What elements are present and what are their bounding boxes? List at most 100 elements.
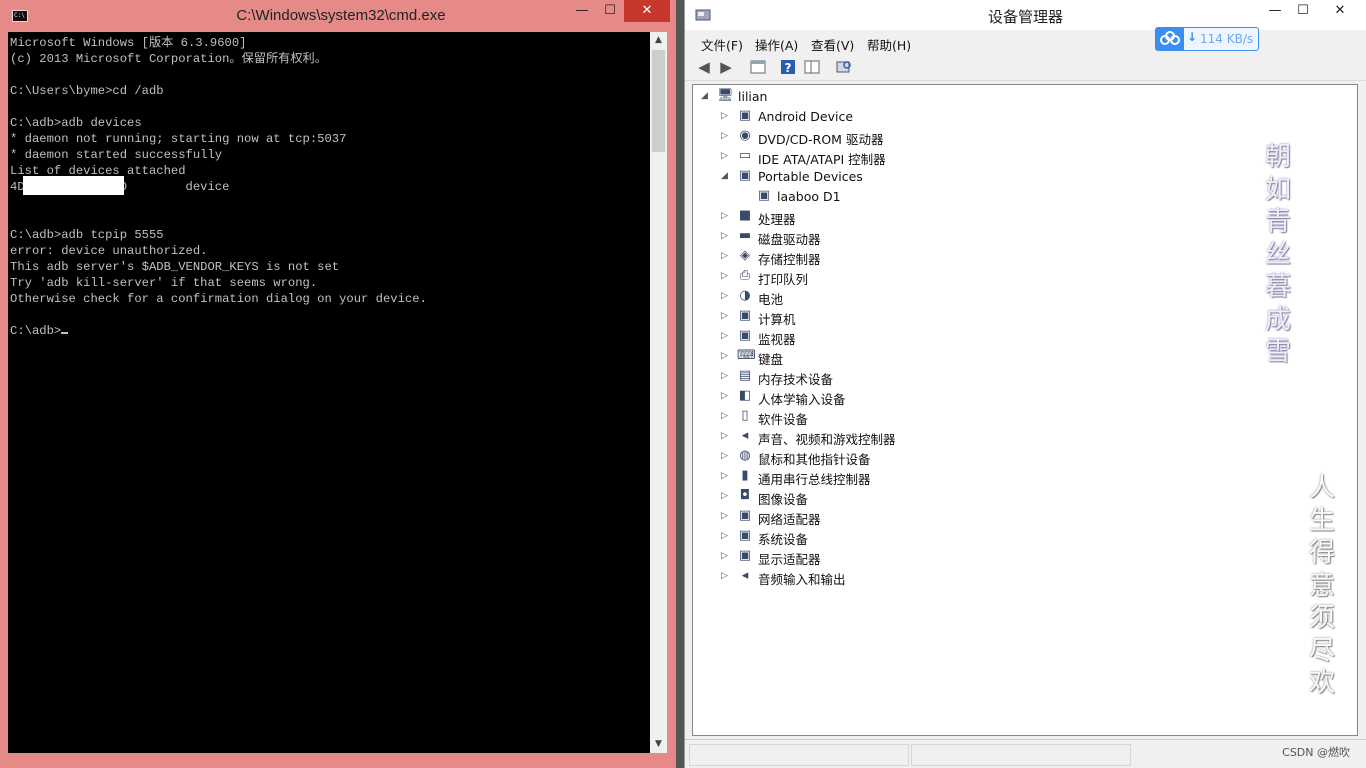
expand-triangle-icon[interactable]: ▷ [721,250,731,262]
computer-icon: ▣ [738,308,752,323]
processor-icon: ■ [738,208,752,223]
expand-triangle-icon[interactable]: ▷ [721,370,731,382]
toolbar: ◀ ▶ ? [685,54,1366,81]
software-device-icon: ▯ [741,408,749,423]
system-device-icon: ▣ [738,528,752,543]
menu-view[interactable]: 查看(V) [811,35,854,54]
expand-triangle-icon[interactable]: ▷ [721,410,731,422]
expand-triangle-icon[interactable]: ▷ [721,570,731,582]
storage-controller-icon: ◈ [740,248,750,263]
scan-hardware-icon[interactable] [835,58,853,76]
properties-icon[interactable] [749,58,767,76]
expand-triangle-icon[interactable]: ▷ [721,470,731,482]
tree-item-label: 计算机 [758,312,796,327]
dm-titlebar[interactable]: 设备管理器 — ☐ ✕ [685,0,1366,30]
maximize-button[interactable]: ☐ [596,0,624,22]
menu-action[interactable]: 操作(A) [755,35,798,54]
keyboard-icon: ⌨ [737,348,756,363]
display-adapter-icon: ▣ [738,548,752,563]
tree-item-label: 图像设备 [758,492,809,507]
poem-character: 生 [1308,505,1335,536]
device-tree[interactable]: ◢ 🖥 lilian ▷ ▣ Android Device ▷ ◉ DVD/CD-ROM … [692,84,1358,736]
tree-item-label: 监视器 [758,332,796,347]
portable-device-icon: ▣ [757,188,771,203]
maximize-button[interactable]: ☐ [1289,0,1317,22]
expand-triangle-icon[interactable]: ▷ [721,290,731,302]
expand-triangle-icon[interactable]: ▷ [721,130,731,142]
minimize-button[interactable]: — [568,0,596,22]
scroll-up-arrow-icon[interactable]: ▲ [650,32,667,49]
tree-item-label: 打印队列 [758,272,809,287]
poem-character: 如 [1264,174,1291,205]
tree-root-label: lilian [738,89,768,104]
console-line: C:\Users\byme>cd /adb [10,84,164,98]
desktop-background-strip [676,0,684,768]
expand-triangle-icon[interactable]: ▷ [721,550,731,562]
network-speed-widget[interactable]: ↓ 114 KB/s [1155,27,1259,51]
tree-item-label: 声音、视频和游戏控制器 [758,432,896,447]
console-line: C:\adb>adb tcpip 5555 [10,228,164,242]
printer-icon: ⎙ [739,268,751,283]
console-line: * daemon not running; starting now at tc… [10,132,347,146]
expand-triangle-icon[interactable]: ▷ [721,110,731,122]
poem-character: 须 [1308,603,1335,633]
expand-triangle-icon[interactable]: ▷ [721,530,731,542]
console-output[interactable]: Microsoft Windows [版本 6.3.9600] (c) 2013… [8,32,650,753]
expand-triangle-icon[interactable]: ▷ [721,210,731,222]
expand-triangle-icon[interactable]: ▷ [721,510,731,522]
tree-item-label: Portable Devices [758,169,863,184]
console-line: (c) 2013 Microsoft Corporation。保留所有权利。 [10,52,327,66]
collapse-triangle-icon[interactable]: ◢ [721,170,731,182]
tree-item-label: DVD/CD-ROM 驱动器 [758,132,884,147]
back-arrow-icon[interactable]: ◀ [695,58,713,76]
network-adapter-icon: ▣ [738,508,752,523]
cmd-titlebar[interactable]: C:\ C:\Windows\system32\cmd.exe — ☐ ✕ [0,0,682,32]
usb-icon: ▮ [741,468,749,483]
poem-character: 暮 [1264,272,1291,302]
poem-character: 雪 [1264,337,1291,367]
battery-icon: ◑ [739,288,751,303]
menu-file[interactable]: 文件(F) [701,35,743,54]
console-line: C:\adb> [10,324,62,338]
poem-character: 人 [1308,473,1335,503]
close-button[interactable]: ✕ [624,0,670,22]
console-scrollbar[interactable]: ▲ ▼ [650,32,667,753]
console-line: Microsoft Windows [版本 6.3.9600] [10,36,247,50]
expand-triangle-icon[interactable]: ▷ [721,430,731,442]
expand-triangle-icon[interactable]: ▷ [721,150,731,162]
audio-io-icon: ◂ [741,568,749,583]
scroll-down-arrow-icon[interactable]: ▼ [650,736,667,753]
watermark: CSDN @燃吹 [1282,746,1350,759]
collapse-triangle-icon[interactable]: ◢ [701,90,711,102]
tree-item-label: 键盘 [758,352,784,367]
status-bar [685,739,1366,768]
minimize-button[interactable]: — [1261,0,1289,22]
tree-item-label: 处理器 [758,212,796,227]
dvd-drive-icon: ◉ [739,128,751,143]
scroll-thumb[interactable] [652,50,665,152]
menu-help[interactable]: 帮助(H) [867,35,911,54]
forward-arrow-icon[interactable]: ▶ [717,58,735,76]
expand-triangle-icon[interactable]: ▷ [721,450,731,462]
expand-triangle-icon[interactable]: ▷ [721,350,731,362]
help-icon[interactable]: ? [779,58,797,76]
download-arrow-icon: ↓ [1187,30,1198,44]
console-line: This adb server's $ADB_VENDOR_KEYS is no… [10,260,340,274]
text-cursor [61,332,69,334]
expand-triangle-icon[interactable]: ▷ [721,330,731,342]
expand-triangle-icon[interactable]: ▷ [721,490,731,502]
expand-triangle-icon[interactable]: ▷ [721,310,731,322]
expand-triangle-icon[interactable]: ▷ [721,230,731,242]
tree-item-label: 存储控制器 [758,252,821,267]
tree-item-label: 电池 [758,292,784,307]
menu-bar: 文件(F) 操作(A) 查看(V) 帮助(H) [685,31,1366,53]
console-view-icon[interactable] [803,58,821,76]
tree-item-label: 人体学输入设备 [758,392,846,407]
expand-triangle-icon[interactable]: ▷ [721,390,731,402]
tree-item-label: 系统设备 [758,532,809,547]
portable-devices-icon: ▣ [738,168,752,183]
close-button[interactable]: ✕ [1317,0,1363,22]
expand-triangle-icon[interactable]: ▷ [721,270,731,282]
network-speed-value: 114 KB/s [1200,32,1254,46]
poem-character: 欢 [1308,668,1335,698]
